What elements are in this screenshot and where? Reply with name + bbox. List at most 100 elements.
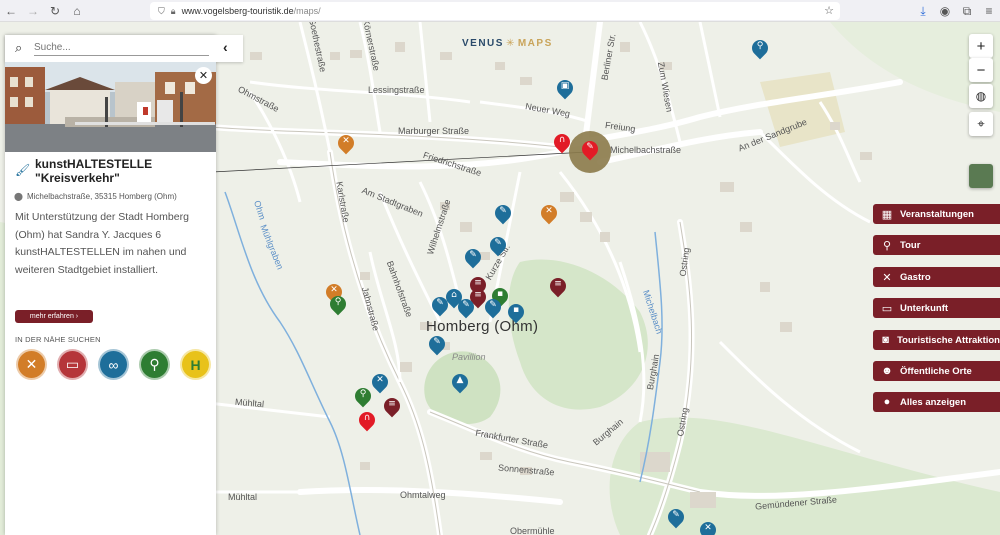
extensions-icon[interactable]: ⧉	[956, 0, 978, 22]
lock-icon: 🔒︎	[170, 5, 176, 16]
route-icon: ⚲	[882, 239, 892, 252]
nearby-attraktion-button[interactable]: ∞	[98, 349, 129, 380]
search-input[interactable]	[34, 40, 209, 56]
address-bar[interactable]: ⛉ 🔒︎ www.vogelsberg-touristik.de/maps/ ☆	[150, 2, 840, 20]
map-marker-event[interactable]: ≡	[380, 394, 404, 418]
search-location-icon: ⌕	[15, 40, 23, 55]
logo-text-maps: MAPS	[517, 38, 553, 49]
street-label: Obermühle	[510, 526, 555, 535]
bus-stop-icon: H	[190, 356, 201, 373]
poi-address: ⬤ Michelbachstraße, 35315 Homberg (Ohm)	[14, 192, 177, 201]
poi-address-text: Michelbachstraße, 35315 Homberg (Ohm)	[26, 192, 177, 201]
map-marker-attraction[interactable]: ✎	[486, 233, 510, 257]
category-button-alles[interactable]: ● Alles anzeigen	[873, 392, 1000, 412]
fork-knife-icon: ✕	[882, 271, 892, 284]
close-detail-button[interactable]: ✕	[195, 67, 212, 84]
nearby-gastro-button[interactable]: ✕	[16, 349, 47, 380]
map-marker-tour[interactable]: ⚲	[351, 384, 375, 408]
map-marker-attraction[interactable]: ✎	[481, 295, 505, 319]
location-pin-icon: ⬤	[14, 192, 23, 201]
poi-title-line1: kunstHALTESTELLE	[35, 157, 153, 171]
map-marker-attraction[interactable]: ✎	[425, 332, 449, 356]
url-path: /maps/	[293, 6, 321, 16]
map-marker-attraction[interactable]: ⚲	[748, 36, 772, 60]
map-marker-gastro[interactable]: ✕	[537, 201, 561, 225]
url-host: www.vogelsberg-touristik.de	[181, 6, 294, 16]
detail-sidebar: ⌕ ‹ ✕ 🖌︎ kunstHALTESTELLE	[5, 35, 243, 535]
category-label: Alles anzeigen	[900, 396, 966, 408]
category-button-gastro[interactable]: ✕ Gastro	[873, 267, 1000, 287]
nearby-buttons: ✕ ▭ ∞ ⚲ H	[16, 349, 211, 380]
reload-icon[interactable]: ↻	[44, 0, 66, 22]
download-icon[interactable]: ⤓	[912, 0, 934, 22]
map-marker-attraction[interactable]: ▲	[448, 370, 472, 394]
poi-title: 🖌︎ kunstHALTESTELLE "Kreisverkehr"	[15, 157, 210, 185]
nearby-haltestelle-button[interactable]: H	[180, 349, 211, 380]
street-photo	[5, 62, 216, 152]
zoom-in-button[interactable]: +	[969, 34, 993, 58]
more-info-button[interactable]: mehr erfahren ›	[15, 310, 93, 323]
category-label: Unterkunft	[900, 302, 949, 314]
map-marker-gastro[interactable]: ✕	[334, 131, 358, 155]
back-icon[interactable]: ←	[0, 0, 22, 22]
bed-icon: ▭	[65, 356, 80, 372]
map-marker-attraction[interactable]: ✕	[368, 370, 392, 394]
collapse-sidebar-button[interactable]: ‹	[223, 39, 228, 55]
bookmark-star-icon[interactable]: ☆	[824, 4, 834, 17]
map-marker-haltestelle[interactable]: ∩	[550, 130, 574, 154]
zoom-out-button[interactable]: −	[969, 58, 993, 82]
category-button-tour[interactable]: ⚲ Tour	[873, 235, 1000, 255]
venus-maps-logo: VENUS ✳ MAPS	[462, 38, 553, 49]
circle-icon: ●	[883, 396, 891, 408]
map-marker-attraction[interactable]: ✎	[664, 505, 688, 529]
people-icon: ☻	[881, 365, 893, 377]
shield-icon: ⛉	[158, 5, 165, 16]
category-label: Gastro	[900, 271, 931, 283]
category-label: Veranstaltungen	[900, 208, 974, 220]
account-icon[interactable]: ◉	[934, 0, 956, 22]
street-label: Mühltal	[228, 492, 258, 502]
map-marker-attraction[interactable]: ✎	[461, 245, 485, 269]
street-label: Michelbachstraße	[610, 145, 682, 155]
browser-toolbar: ← → ↻ ⌂ ⛉ 🔒︎ www.vogelsberg-touristik.de…	[0, 0, 1000, 22]
route-icon: ⚲	[149, 356, 160, 372]
satellite-toggle[interactable]	[969, 164, 993, 188]
nearby-tour-button[interactable]: ⚲	[139, 349, 170, 380]
home-icon[interactable]: ⌂	[66, 0, 88, 22]
compass-icon[interactable]: ◍	[969, 84, 993, 108]
bed-icon: ▭	[881, 302, 893, 315]
menu-icon[interactable]: ≡	[978, 0, 1000, 22]
brush-icon: 🖌︎	[15, 163, 31, 177]
locate-icon[interactable]: ⌖	[969, 112, 993, 136]
map-marker-haltestelle[interactable]: ∩	[355, 408, 379, 432]
category-button-unterkunft[interactable]: ▭ Unterkunft	[873, 298, 1000, 318]
map-marker-attraction[interactable]: ✎	[454, 295, 478, 319]
logo-text-venus: VENUS	[462, 38, 504, 49]
nearby-unterkunft-button[interactable]: ▭	[57, 349, 88, 380]
more-info-label: mehr erfahren	[29, 313, 74, 320]
map-marker-tour[interactable]: ⚲	[326, 292, 350, 316]
category-button-veranstaltungen[interactable]: ▦ Veranstaltungen	[873, 204, 1000, 224]
map-marker-bus[interactable]: ▣	[553, 76, 577, 100]
map-marker-event[interactable]: ≡	[546, 274, 570, 298]
category-button-oeffentliche-orte[interactable]: ☻ Öffentliche Orte	[873, 361, 1000, 381]
category-button-attraktion[interactable]: ◙ Touristische Attraktion	[873, 330, 1000, 350]
map-marker-attraction[interactable]: ✎	[428, 293, 452, 317]
url-text: www.vogelsberg-touristik.de/maps/	[182, 6, 321, 16]
map-marker-attraction[interactable]: ✎	[491, 201, 515, 225]
poi-description: Mit Unterstützung der Stadt Homberg (Ohm…	[15, 211, 189, 276]
category-label: Öffentliche Orte	[900, 365, 972, 377]
street-label: Lessingstraße	[368, 85, 425, 95]
selected-map-marker[interactable]: ✎	[578, 137, 602, 161]
map-marker-attraction[interactable]: ✕	[696, 518, 720, 535]
category-label: Tour	[900, 239, 921, 251]
calendar-icon: ▦	[881, 208, 893, 221]
poi-title-line2: "Kreisverkehr"	[35, 171, 120, 185]
street-label: Marburger Straße	[398, 126, 470, 136]
map-marker-attraction[interactable]: ▪	[504, 300, 528, 324]
forward-icon[interactable]: →	[22, 0, 44, 22]
search-bar: ⌕ ‹	[5, 35, 243, 62]
place-label: Pavillion	[452, 352, 486, 362]
fork-knife-icon: ✕	[25, 356, 38, 372]
browser-actions: ⤓ ◉ ⧉ ≡	[912, 0, 1000, 22]
